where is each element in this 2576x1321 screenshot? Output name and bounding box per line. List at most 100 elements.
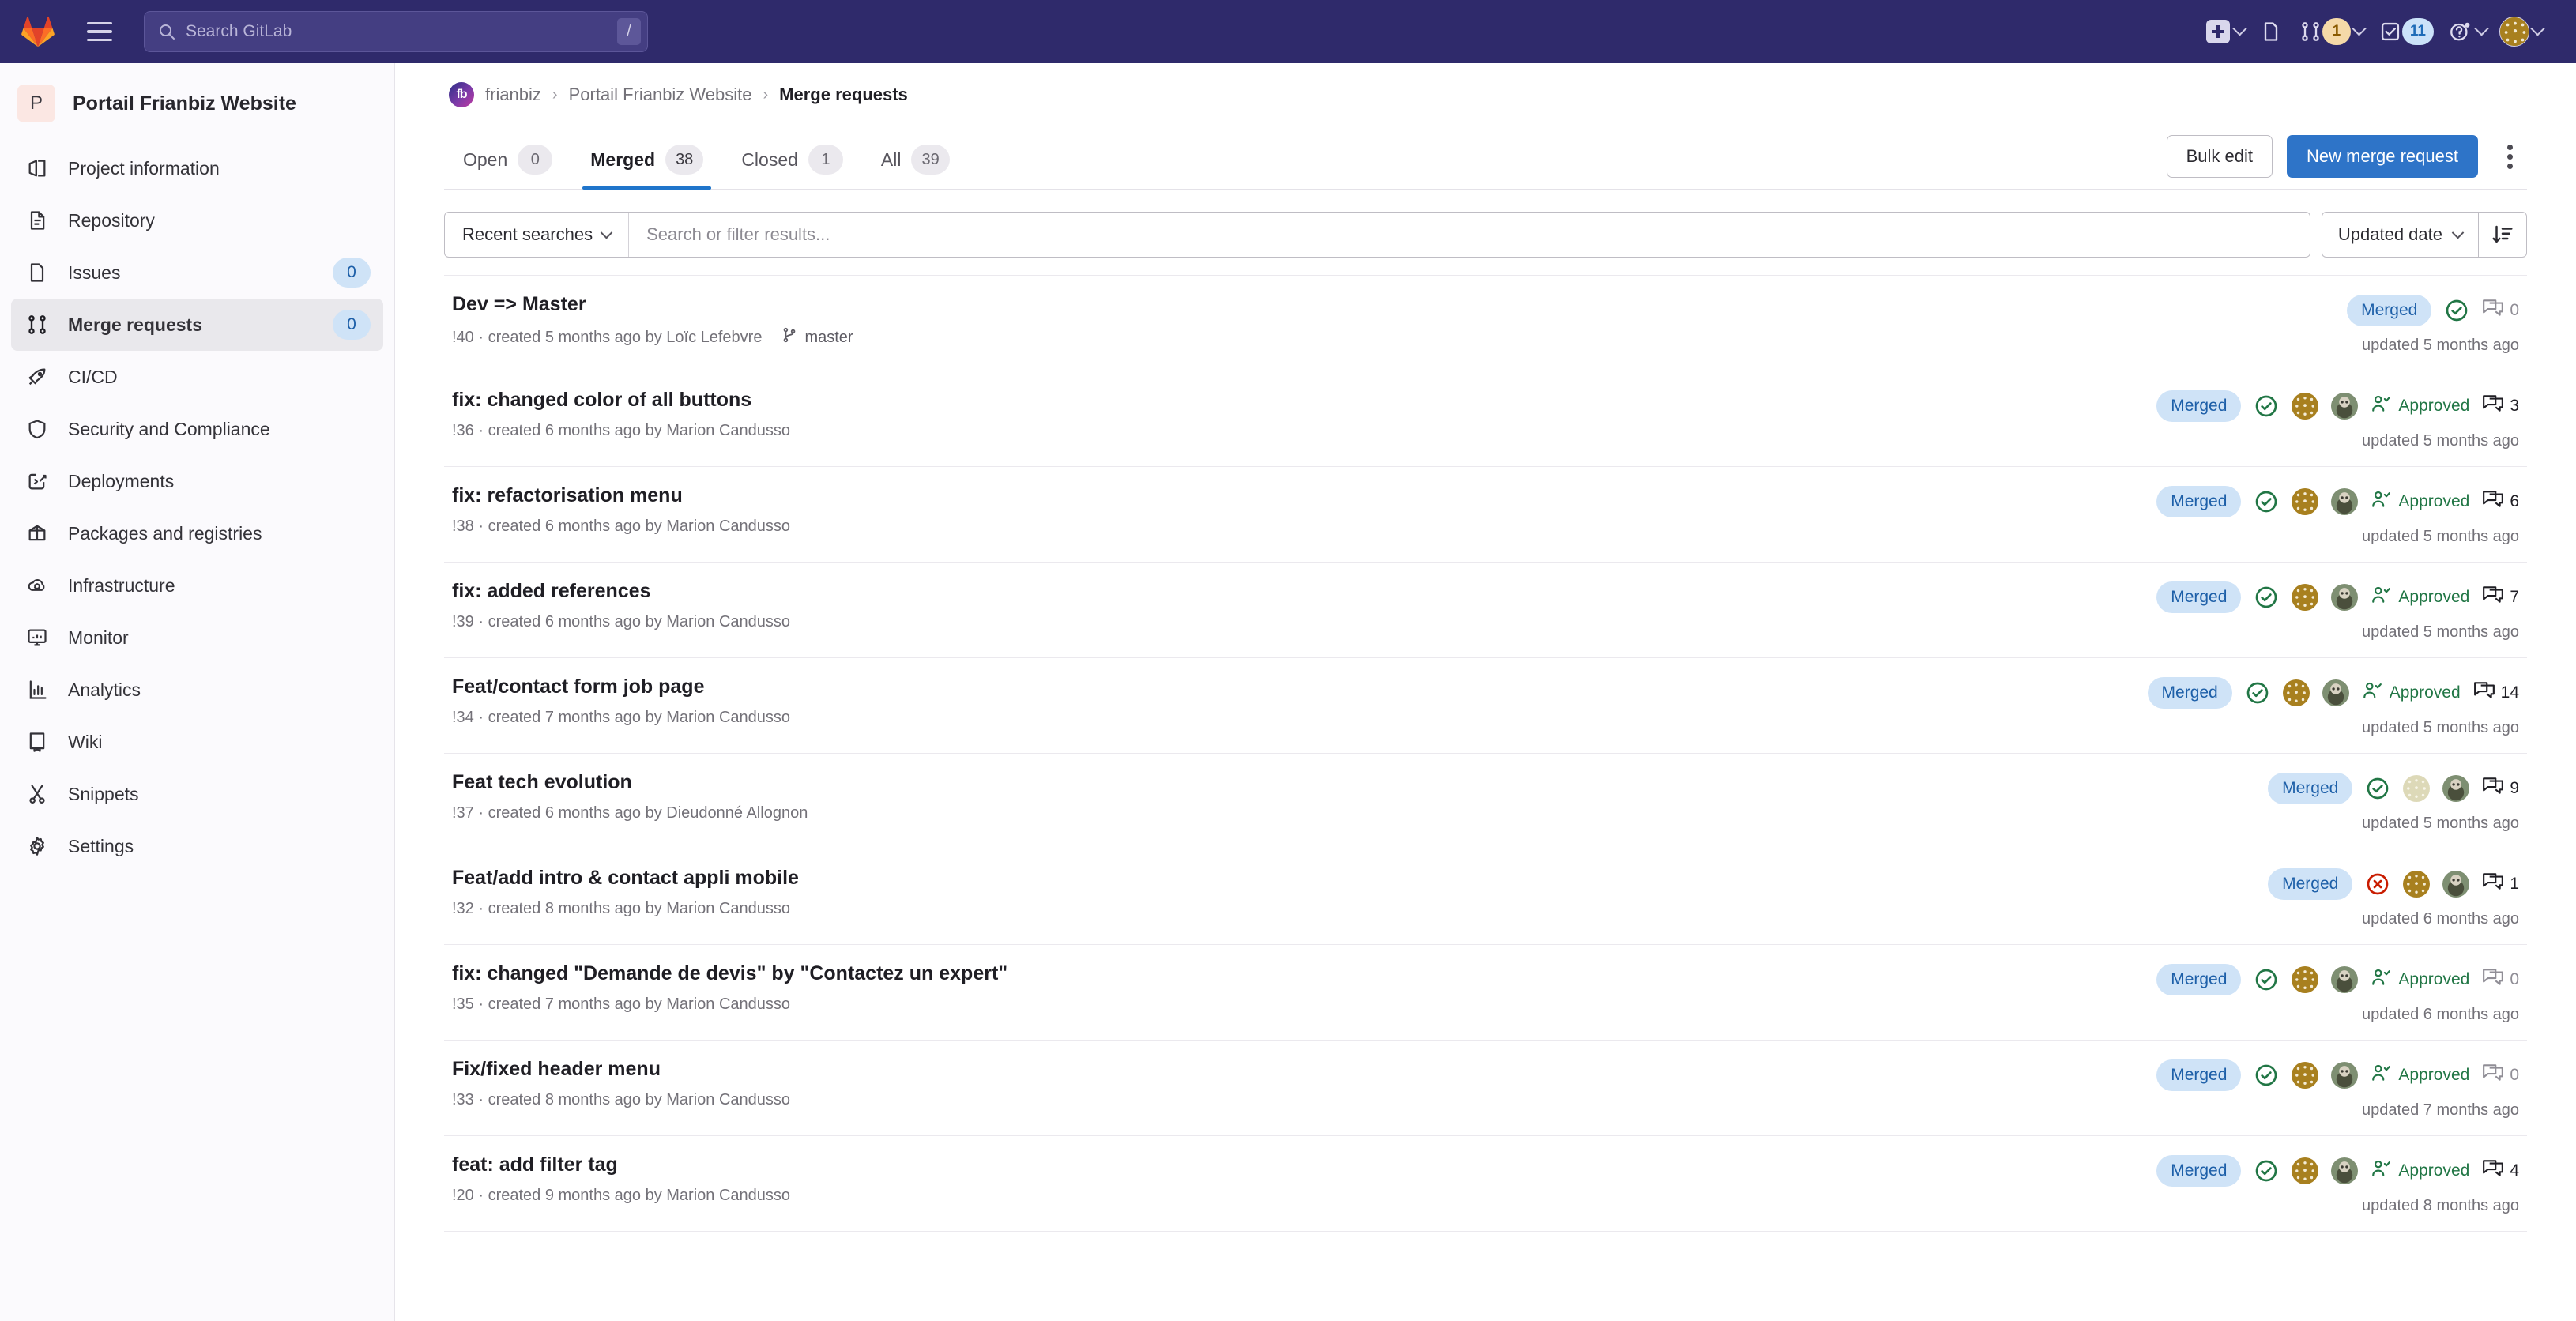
assignee-avatar[interactable] (2403, 871, 2430, 898)
sidebar-item-cicd[interactable]: CI/CD (11, 351, 383, 403)
assignee-avatar[interactable] (2331, 488, 2358, 515)
comment-count-value: 1 (2510, 875, 2519, 894)
comment-count[interactable]: 1 (2482, 871, 2519, 897)
sidebar-item-deployments[interactable]: Deployments (11, 455, 383, 507)
comment-count[interactable]: 0 (2482, 298, 2519, 323)
merge-request-row[interactable]: fix: refactorisation menu!38 · created 6… (444, 467, 2527, 563)
sidebar-item-settings[interactable]: Settings (11, 820, 383, 872)
assignee-avatar[interactable] (2322, 679, 2349, 706)
search-filter-input[interactable]: Search or filter results... (629, 224, 2310, 245)
pipeline-passed-icon[interactable] (2245, 680, 2270, 706)
assignee-avatar[interactable] (2442, 775, 2469, 802)
assignee-avatar[interactable] (2292, 1157, 2318, 1184)
merge-request-row[interactable]: fix: changed "Demande de devis" by "Cont… (444, 945, 2527, 1041)
comment-count[interactable]: 3 (2482, 393, 2519, 419)
merge-request-title[interactable]: Feat/add intro & contact appli mobile (452, 867, 2268, 890)
pipeline-passed-icon[interactable] (2254, 393, 2279, 419)
merge-request-title[interactable]: fix: changed color of all buttons (452, 389, 2156, 412)
pipeline-passed-icon[interactable] (2254, 967, 2279, 992)
new-merge-request-button[interactable]: New merge request (2287, 135, 2478, 178)
help-nav-button[interactable] (2440, 9, 2493, 54)
assignee-avatar[interactable] (2331, 1157, 2358, 1184)
sidebar-item-security-and-compliance[interactable]: Security and Compliance (11, 403, 383, 455)
merge-request-title[interactable]: fix: added references (452, 580, 2156, 603)
merge-request-row[interactable]: fix: changed color of all buttons!36 · c… (444, 371, 2527, 467)
sidebar-item-analytics[interactable]: Analytics (11, 664, 383, 716)
status-badge: Merged (2156, 581, 2241, 613)
sidebar-project-header[interactable]: P Portail Frianbiz Website (0, 74, 394, 133)
merge-request-title[interactable]: Feat tech evolution (452, 771, 2268, 794)
search-input[interactable]: Search GitLab / (144, 11, 648, 52)
sort-descending-icon[interactable] (2478, 212, 2527, 258)
assignee-avatar[interactable] (2292, 1062, 2318, 1089)
sidebar-item-project-information[interactable]: Project information (11, 142, 383, 194)
comment-count[interactable]: 0 (2482, 1063, 2519, 1088)
search-filter-bar[interactable]: Recent searches Search or filter results… (444, 212, 2310, 258)
merge-request-title[interactable]: fix: refactorisation menu (452, 484, 2156, 507)
tab-closed[interactable]: Closed 1 (722, 145, 862, 189)
gitlab-logo-icon[interactable] (16, 9, 60, 54)
assignee-avatar[interactable] (2442, 871, 2469, 898)
merge-request-row[interactable]: Feat tech evolution!37 · created 6 month… (444, 754, 2527, 849)
user-menu-button[interactable] (2493, 9, 2549, 54)
sidebar-item-repository[interactable]: Repository (11, 194, 383, 247)
sidebar-item-wiki[interactable]: Wiki (11, 716, 383, 768)
pipeline-passed-icon[interactable] (2365, 776, 2390, 801)
recent-searches-dropdown[interactable]: Recent searches (445, 213, 629, 257)
assignee-avatar[interactable] (2403, 775, 2430, 802)
comment-count[interactable]: 9 (2482, 776, 2519, 801)
comment-icon (2482, 1063, 2504, 1088)
pipeline-passed-icon[interactable] (2254, 585, 2279, 610)
merge-request-row[interactable]: Feat/contact form job page!34 · created … (444, 658, 2527, 754)
merge-request-title[interactable]: fix: changed "Demande de devis" by "Cont… (452, 962, 2156, 985)
merge-request-row[interactable]: Fix/fixed header menu!33 · created 8 mon… (444, 1041, 2527, 1136)
comment-count[interactable]: 0 (2482, 967, 2519, 992)
comment-count[interactable]: 14 (2473, 680, 2519, 706)
comment-count[interactable]: 4 (2482, 1158, 2519, 1184)
merge-request-row[interactable]: feat: add filter tag!20 · created 9 mont… (444, 1136, 2527, 1232)
assignee-avatar[interactable] (2331, 584, 2358, 611)
merge-request-title[interactable]: Fix/fixed header menu (452, 1058, 2156, 1081)
assignee-avatar[interactable] (2292, 488, 2318, 515)
merge-request-row[interactable]: Feat/add intro & contact appli mobile!32… (444, 849, 2527, 945)
comment-count[interactable]: 6 (2482, 489, 2519, 514)
assignee-avatar[interactable] (2331, 393, 2358, 420)
create-new-button[interactable] (2198, 9, 2251, 54)
issues-nav-button[interactable] (2251, 9, 2291, 54)
merge-requests-nav-button[interactable]: 1 (2291, 9, 2371, 54)
assignee-avatar[interactable] (2331, 1062, 2358, 1089)
sort-by-dropdown[interactable]: Updated date (2322, 212, 2478, 258)
target-branch-chip[interactable]: master (781, 326, 853, 348)
todos-nav-button[interactable]: 11 (2371, 9, 2440, 54)
comment-count[interactable]: 7 (2482, 585, 2519, 610)
assignee-avatar[interactable] (2283, 679, 2310, 706)
merge-request-row[interactable]: Dev => Master!40 · created 5 months ago … (444, 276, 2527, 371)
assignee-avatar[interactable] (2292, 584, 2318, 611)
breadcrumb-group-link[interactable]: frianbiz (485, 85, 541, 105)
tab-all[interactable]: All 39 (862, 145, 969, 189)
pipeline-failed-icon[interactable] (2365, 871, 2390, 897)
pipeline-passed-icon[interactable] (2254, 1158, 2279, 1184)
breadcrumb-project-link[interactable]: Portail Frianbiz Website (569, 85, 752, 105)
sidebar-item-packages-and-registries[interactable]: Packages and registries (11, 507, 383, 559)
hamburger-menu-icon[interactable] (77, 9, 122, 54)
sidebar-item-monitor[interactable]: Monitor (11, 612, 383, 664)
sidebar-item-snippets[interactable]: Snippets (11, 768, 383, 820)
sidebar-item-merge-requests[interactable]: Merge requests 0 (11, 299, 383, 351)
merge-request-title[interactable]: feat: add filter tag (452, 1154, 2156, 1176)
pipeline-passed-icon[interactable] (2444, 298, 2469, 323)
pipeline-passed-icon[interactable] (2254, 489, 2279, 514)
sidebar-item-infrastructure[interactable]: Infrastructure (11, 559, 383, 612)
kebab-menu-icon[interactable] (2492, 135, 2527, 178)
merge-request-title[interactable]: Feat/contact form job page (452, 676, 2148, 698)
merge-request-row[interactable]: fix: added references!39 · created 6 mon… (444, 563, 2527, 658)
sidebar-item-issues[interactable]: Issues 0 (11, 247, 383, 299)
tab-open[interactable]: Open 0 (444, 145, 571, 189)
bulk-edit-button[interactable]: Bulk edit (2167, 135, 2273, 178)
assignee-avatar[interactable] (2292, 393, 2318, 420)
assignee-avatar[interactable] (2292, 966, 2318, 993)
merge-request-title[interactable]: Dev => Master (452, 293, 2347, 316)
pipeline-passed-icon[interactable] (2254, 1063, 2279, 1088)
tab-merged[interactable]: Merged 38 (571, 145, 722, 189)
assignee-avatar[interactable] (2331, 966, 2358, 993)
